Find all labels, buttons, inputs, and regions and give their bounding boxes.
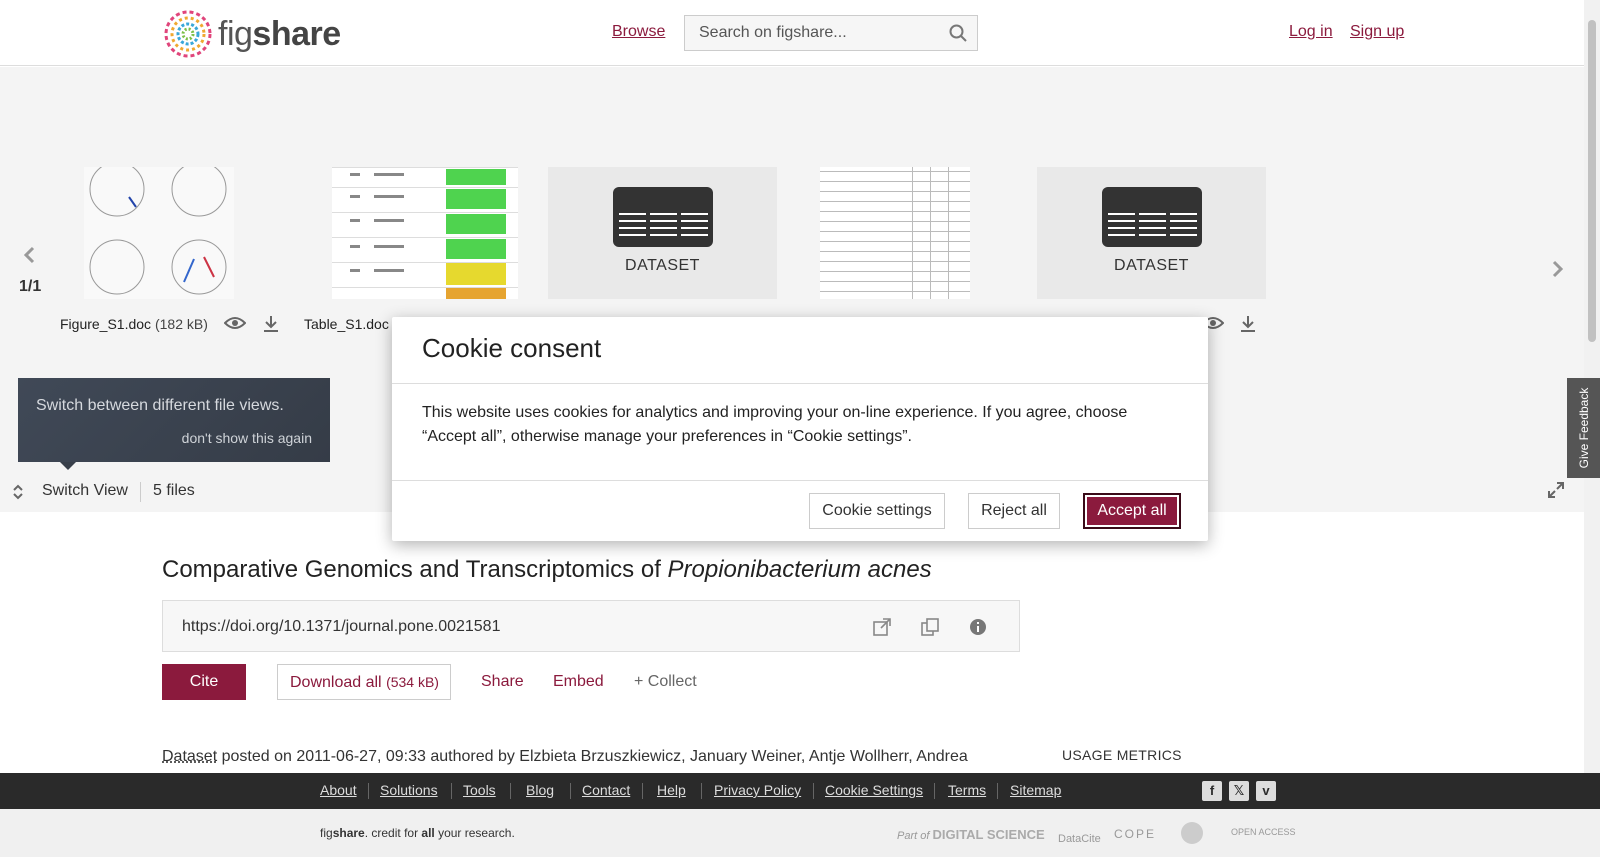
footer-link-sitemap[interactable]: Sitemap [1010,782,1061,798]
footer-bottom: figshare. credit for all your research. … [0,809,1600,857]
accept-all-button[interactable]: Accept all [1083,493,1181,529]
seal-icon[interactable] [1180,821,1204,845]
tagline-fig: fig [320,826,333,840]
footer-sep [368,783,369,799]
footer-link-contact[interactable]: Contact [582,782,630,798]
footer-nav: About Solutions Tools Blog Contact Help … [0,773,1600,809]
footer-sep [510,783,511,799]
footer-sep [813,783,814,799]
footer-sep [934,783,935,799]
facebook-icon[interactable]: f [1202,781,1222,801]
footer-link-terms[interactable]: Terms [948,782,986,798]
cookie-settings-button[interactable]: Cookie settings [809,493,945,529]
cookie-dialog-body: This website uses cookies for analytics … [422,401,1162,449]
footer-link-about[interactable]: About [320,782,357,798]
vimeo-icon[interactable]: v [1256,781,1276,801]
cookie-dialog-title: Cookie consent [422,333,601,364]
footer-link-help[interactable]: Help [657,782,686,798]
cope-logo[interactable]: COPE [1114,827,1156,841]
tagline-all: all [421,826,434,840]
partner-digital-science: DIGITAL SCIENCE [932,827,1044,842]
footer-sep [451,783,452,799]
footer-link-privacy[interactable]: Privacy Policy [714,782,801,798]
footer-link-cookie-settings[interactable]: Cookie Settings [825,782,923,798]
open-access-logo[interactable]: OPEN ACCESS [1231,827,1296,837]
datacite-logo[interactable]: DataCite [1058,833,1101,845]
cookie-consent-dialog: Cookie consent This website uses cookies… [392,317,1208,541]
footer-sep [570,783,571,799]
x-twitter-icon[interactable]: 𝕏 [1229,781,1249,801]
footer-sep [701,783,702,799]
footer-link-blog[interactable]: Blog [526,782,554,798]
digital-science-logo[interactable]: Part of DIGITAL SCIENCE [897,827,1045,842]
footer-link-solutions[interactable]: Solutions [380,782,438,798]
footer-sep [997,783,998,799]
partner-part-of: Part of [897,830,929,842]
divider [392,480,1208,481]
footer-link-tools[interactable]: Tools [463,782,496,798]
tagline-end: your research. [435,826,515,840]
footer-tagline: figshare. credit for all your research. [320,826,515,840]
scrollbar-thumb[interactable] [1588,20,1596,342]
footer-sep [642,783,643,799]
divider [392,383,1208,384]
tagline-mid: . credit for [365,826,422,840]
tagline-share: share [333,826,365,840]
reject-all-button[interactable]: Reject all [968,493,1060,529]
